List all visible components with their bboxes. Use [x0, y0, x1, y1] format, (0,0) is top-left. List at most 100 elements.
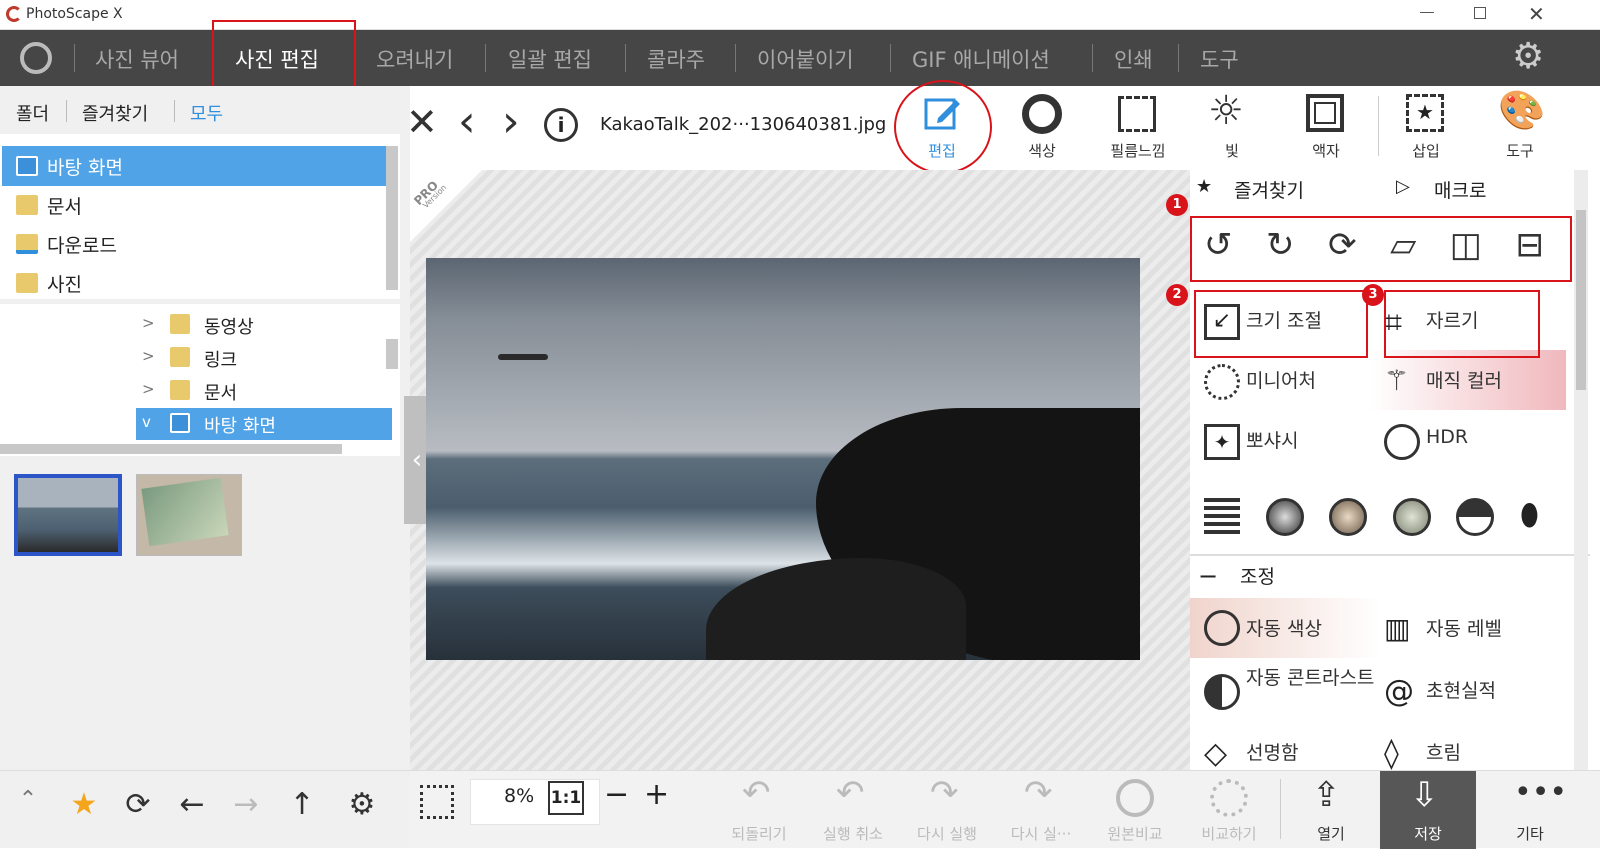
undo-icon: ↶ [836, 773, 865, 813]
minimize-icon[interactable] [1420, 12, 1434, 13]
folder-desktop[interactable]: 바탕 화면 [2, 146, 386, 186]
hdr-button[interactable]: HDR [1370, 414, 1560, 466]
filter-drop-icon[interactable]: ⬮ [1520, 498, 1544, 534]
tree-item-desktop[interactable]: v 바탕 화면 [136, 408, 392, 440]
undo-button[interactable]: ↶ 실행 취소 [808, 771, 898, 849]
tree-hscrollbar[interactable] [0, 444, 342, 454]
quick-folders: 바탕 화면 문서 다운로드 사진 [0, 134, 400, 299]
folder-pictures[interactable]: 사진 [2, 263, 386, 303]
revert-button[interactable]: ↶ 되돌리기 [714, 771, 804, 849]
tab-tools[interactable]: 도구 [1200, 44, 1239, 74]
refresh-icon[interactable]: ⟳ [118, 787, 158, 827]
compare-button[interactable]: 비교하기 [1184, 771, 1274, 849]
image-canvas[interactable]: PRO Version ‹ [404, 170, 1190, 770]
favorite-star-icon[interactable]: ★ [64, 787, 104, 827]
airplane [498, 354, 548, 360]
tab-print[interactable]: 인쇄 [1114, 44, 1153, 74]
compare-original-button[interactable]: 원본비교 [1090, 771, 1180, 849]
more-button[interactable]: ••• 기타 [1480, 771, 1580, 849]
histogram-icon: ▥ [1384, 612, 1411, 645]
window-title: PhotoScape X [26, 6, 123, 22]
photo-seascape [426, 258, 1140, 660]
next-icon[interactable]: › [502, 96, 520, 147]
back-arrow-icon[interactable]: ← [172, 787, 212, 827]
tab-cut-out[interactable]: 오려내기 [376, 44, 453, 74]
film-icon [1118, 96, 1156, 132]
auto-level-button[interactable]: ▥ 자동 레벨 [1370, 602, 1560, 654]
tab-collage[interactable]: 콜라주 [647, 44, 705, 74]
tool-light[interactable]: ☼ 빛 [1192, 88, 1272, 168]
bokeh-button[interactable]: ✦ 뽀샤시 [1190, 414, 1380, 466]
home-logo-icon[interactable] [20, 42, 52, 74]
filter-halftone-icon[interactable] [1456, 498, 1495, 536]
tree-item-links[interactable]: > 링크 [136, 342, 392, 374]
auto-color-button[interactable]: 자동 색상 [1190, 598, 1380, 658]
tool-insert[interactable]: ★ 삽입 [1386, 88, 1466, 168]
blur-drop-icon: ◊ [1384, 736, 1399, 771]
filter-vintage-icon[interactable] [1392, 498, 1431, 536]
redo-all-button[interactable]: ↷ 다시 실··· [996, 771, 1086, 849]
badge-2: 2 [1166, 284, 1188, 306]
zoom-level[interactable]: 8% [504, 785, 534, 807]
shore-rocks [706, 558, 966, 660]
surreal-button[interactable]: @ 초현실적 [1370, 664, 1560, 716]
auto-contrast-button[interactable]: 자동 콘트라스트 [1190, 664, 1380, 728]
surreal-spiral-icon: @ [1384, 674, 1414, 709]
actual-size-button[interactable]: 1:1 [548, 781, 584, 815]
color-circle-icon [1022, 94, 1062, 134]
redo-button[interactable]: ↷ 다시 실행 [902, 771, 992, 849]
tab-photo-viewer[interactable]: 사진 뷰어 [95, 44, 179, 74]
info-icon[interactable]: i [544, 108, 578, 142]
revert-icon: ↶ [742, 773, 771, 813]
previous-icon[interactable]: ‹ [458, 96, 476, 147]
editor-bottom-bar: 8% 1:1 − + ↶ 되돌리기 ↶ 실행 취소 ↷ 다시 실행 ↷ 다시 실… [410, 770, 1600, 849]
tool-color[interactable]: 색상 [1002, 88, 1082, 168]
filter-bw-icon[interactable] [1265, 498, 1304, 536]
magic-color-button[interactable]: ⚚ 매직 컬러 [1370, 350, 1566, 410]
save-button[interactable]: ⇩ 저장 [1380, 771, 1476, 849]
zoom-in-icon[interactable]: + [644, 777, 669, 812]
sidebar-tab-favorites[interactable]: 즐겨찾기 [82, 100, 148, 126]
folder-documents[interactable]: 문서 [2, 185, 386, 225]
favorites-star-icon: ★ [1196, 176, 1213, 197]
panel-scrollbar-track[interactable] [1574, 170, 1588, 770]
tree-scrollbar[interactable] [386, 339, 398, 369]
selection-icon[interactable] [420, 785, 454, 819]
tab-gif-animation[interactable]: GIF 애니메이션 [912, 44, 1050, 74]
thumbnail-seascape[interactable] [14, 474, 122, 556]
sidebar-tab-all[interactable]: 모두 [190, 100, 223, 126]
collapse-adjust-icon[interactable]: − [1198, 562, 1218, 590]
tool-frame[interactable]: 액자 [1286, 88, 1366, 168]
filter-sepia-icon[interactable] [1329, 498, 1368, 536]
restore-icon[interactable] [1474, 7, 1486, 19]
sidebar-settings-icon[interactable]: ⚙ [342, 787, 382, 827]
filter-presets-row: ⬮ [1204, 498, 1544, 538]
close-window-icon[interactable]: ✕ [1528, 2, 1545, 26]
settings-gear-icon[interactable]: ⚙ [1512, 36, 1544, 77]
thumbnail-book[interactable] [136, 474, 242, 556]
sidebar-tab-folder[interactable]: 폴더 [16, 100, 49, 126]
macro-link[interactable]: 매크로 [1434, 176, 1486, 203]
collapse-up-icon[interactable]: ⌃ [8, 787, 48, 827]
tab-combine[interactable]: 이어붙이기 [757, 44, 854, 74]
miniature-button[interactable]: 미니어처 [1190, 354, 1380, 406]
tree-item-videos[interactable]: > 동영상 [136, 309, 392, 341]
compare-original-icon [1116, 779, 1154, 817]
filter-list-icon[interactable] [1204, 498, 1240, 534]
desktop-folder-icon [16, 156, 38, 176]
forward-arrow-icon[interactable]: → [226, 787, 266, 827]
tab-batch-edit[interactable]: 일괄 편집 [508, 44, 592, 74]
favorites-link[interactable]: 즐겨찾기 [1234, 176, 1304, 203]
tree-item-documents[interactable]: > 문서 [136, 375, 392, 407]
close-icon[interactable]: ✕ [406, 100, 438, 144]
up-arrow-icon[interactable]: ↑ [282, 787, 322, 827]
folder-downloads[interactable]: 다운로드 [2, 224, 386, 264]
tool-tools[interactable]: 🎨 도구 [1480, 88, 1560, 168]
downloads-folder-icon [16, 234, 38, 254]
hdr-icon [1384, 424, 1420, 460]
tool-film[interactable]: 필름느낌 [1098, 88, 1178, 168]
quick-folders-scrollbar[interactable] [386, 146, 398, 290]
diamond-icon: ◇ [1204, 736, 1228, 771]
zoom-out-icon[interactable]: − [604, 777, 629, 812]
open-button[interactable]: ⇪ 열기 [1286, 771, 1376, 849]
